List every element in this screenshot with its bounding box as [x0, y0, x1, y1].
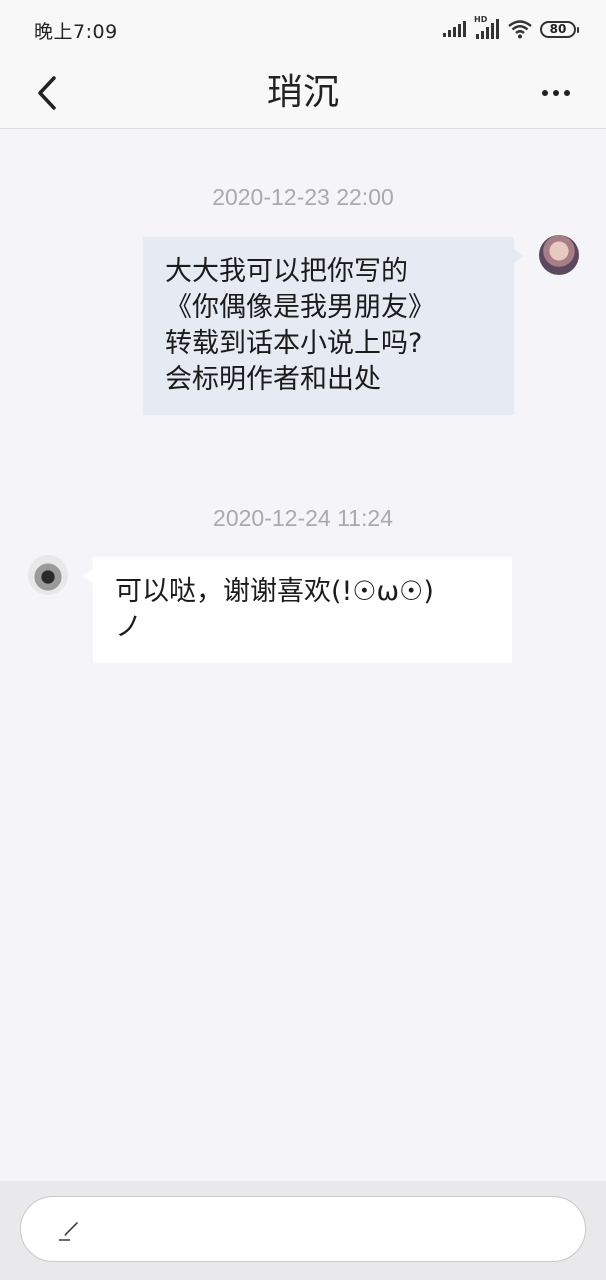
page-title: 琑沉	[266, 72, 339, 113]
more-dot	[553, 90, 559, 96]
avatar-me[interactable]	[539, 235, 579, 275]
more-button[interactable]	[536, 78, 576, 108]
message-line: 大大我可以把你写的	[165, 256, 408, 287]
avatar-contact[interactable]	[28, 555, 68, 595]
message-line: 会标明作者和出处	[165, 364, 381, 395]
message-bubble-sent[interactable]: 大大我可以把你写的 《你偶像是我男朋友》 转载到话本小说上吗? 会标明作者和出处	[143, 237, 524, 415]
message-timestamp: 2020-12-24 11:24	[213, 505, 393, 531]
signal-icon	[443, 21, 466, 37]
battery-icon: 80	[540, 20, 579, 38]
input-bar	[0, 1181, 606, 1280]
message-bubble-received[interactable]: 可以哒，谢谢喜欢(!☉ω☉) ノ	[83, 557, 512, 663]
status-time: 晚上7:09	[34, 21, 118, 43]
status-icons: HD 80	[442, 15, 579, 40]
message-line: 可以哒，谢谢喜欢(!☉ω☉)	[115, 576, 434, 607]
nav-bar: 琑沉	[0, 58, 606, 129]
status-bar: 晚上7:09 HD 80	[0, 0, 606, 58]
message-input[interactable]	[20, 1196, 586, 1262]
message-line: ノ	[115, 612, 142, 643]
pen-icon	[59, 1222, 78, 1241]
message-line: 转载到话本小说上吗?	[165, 328, 423, 359]
more-dot	[542, 90, 548, 96]
hd-signal-icon: HD	[474, 15, 500, 39]
battery-level: 80	[549, 22, 567, 36]
more-dot	[564, 90, 570, 96]
message-line: 《你偶像是我男朋友》	[165, 292, 435, 323]
message-timestamp: 2020-12-23 22:00	[212, 184, 394, 210]
wifi-icon	[508, 20, 532, 39]
